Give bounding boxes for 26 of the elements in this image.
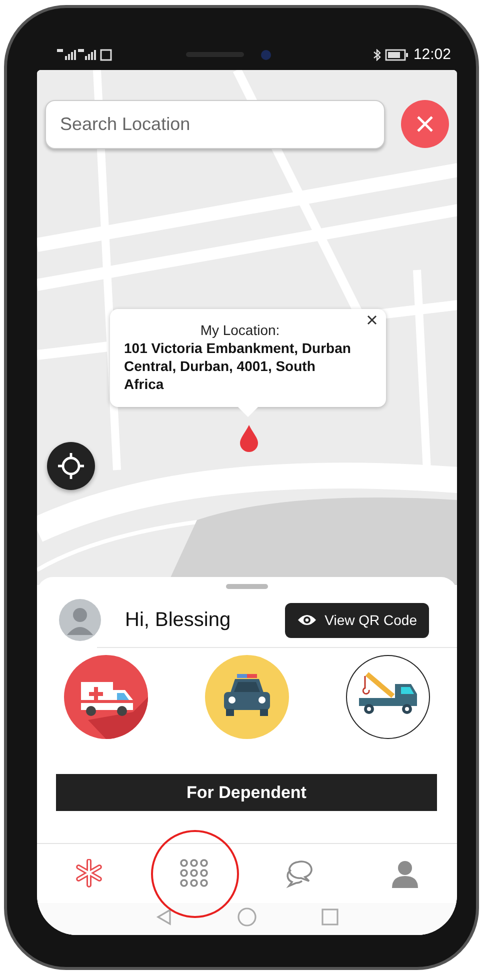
view-qr-button[interactable]: View QR Code: [284, 602, 429, 638]
crosshair-icon: [57, 452, 85, 480]
popup-label: My Location:: [199, 322, 281, 339]
greeting-text: Hi, Blessing: [125, 608, 232, 633]
home-icon[interactable]: [237, 907, 257, 927]
drag-handle[interactable]: [226, 584, 268, 589]
tow-truck-icon[interactable]: [345, 654, 431, 740]
ambulance-icon[interactable]: [63, 654, 149, 740]
battery-icon: [385, 49, 410, 61]
eye-icon: [296, 613, 317, 627]
asterisk-icon: [74, 858, 104, 888]
bluetooth-icon: [373, 49, 382, 61]
back-icon[interactable]: [155, 908, 173, 926]
police-car-icon[interactable]: [204, 654, 290, 740]
chat-icon: [284, 858, 314, 888]
close-icon: [367, 315, 377, 325]
recents-icon[interactable]: [321, 908, 339, 926]
for-dependent-button[interactable]: For Dependent: [56, 774, 437, 811]
person-icon: [390, 858, 420, 888]
close-icon: [416, 115, 434, 133]
avatar: [59, 599, 101, 641]
grid-icon: [180, 858, 210, 888]
search-field[interactable]: Search Location: [45, 100, 385, 149]
popup-address: 101 Victoria Embankment, Durban Central, Durban, 4001, South Africa: [124, 338, 352, 394]
blood-drop-icon: [238, 424, 260, 452]
status-time: 12:02: [413, 44, 451, 65]
